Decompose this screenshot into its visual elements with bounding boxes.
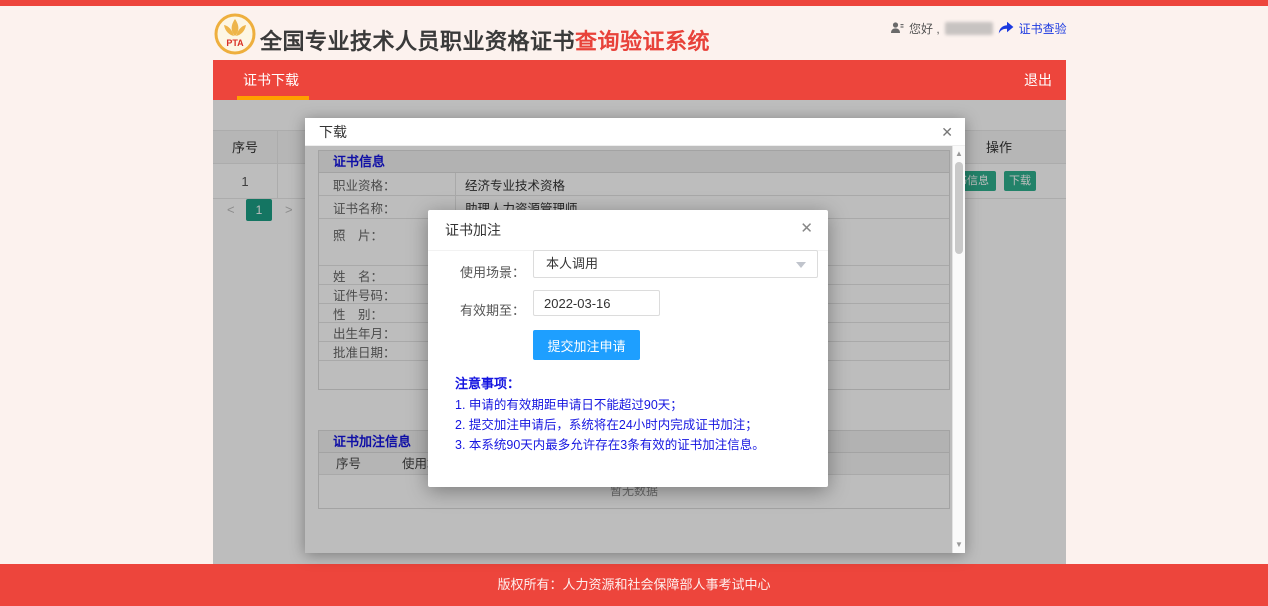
download-modal-title: 下载: [319, 118, 347, 146]
scrollbar-thumb[interactable]: [955, 162, 963, 254]
user-area: 您好 , 证书查验: [890, 19, 1067, 37]
pta-logo-icon: PTA: [214, 13, 256, 55]
scroll-up-icon[interactable]: ▲: [953, 147, 965, 161]
notice-item: 1. 申请的有效期距申请日不能超过90天；: [455, 394, 683, 413]
annotation-modal-title: 证书加注: [445, 220, 501, 240]
scene-select-value: 本人调用: [546, 251, 598, 277]
notice-item: 2. 提交加注申请后，系统将在24小时内完成证书加注；: [455, 414, 758, 433]
chevron-down-icon: [796, 262, 806, 268]
notice-title: 注意事项：: [455, 373, 520, 392]
annotation-modal: 证书加注 ✕ 使用场景： 本人调用 有效期至： 提交加注申请 注意事项： 1. …: [428, 210, 828, 487]
share-arrow-icon: [998, 21, 1014, 35]
expiry-date-input[interactable]: [533, 290, 660, 316]
page-title-accent: 查询验证系统: [575, 29, 710, 54]
user-icon: [890, 21, 904, 35]
scene-label: 使用场景：: [428, 262, 525, 281]
page-title-main: 全国专业技术人员职业资格证书: [260, 29, 575, 54]
page-title: 全国专业技术人员职业资格证书查询验证系统: [260, 24, 710, 56]
annotation-modal-close-icon[interactable]: ✕: [800, 219, 813, 237]
footer: 版权所有：人力资源和社会保障部人事考试中心: [0, 564, 1268, 606]
tab-cert-download[interactable]: 证书下载: [243, 60, 299, 100]
redacted-username: [945, 22, 993, 35]
screen: PTA 全国专业技术人员职业资格证书查询验证系统 您好 ,: [0, 0, 1268, 606]
modal-scrollbar[interactable]: ▲ ▼: [952, 146, 965, 553]
scroll-down-icon[interactable]: ▼: [953, 538, 965, 552]
notice-item: 3. 本系统90天内最多允许存在3条有效的证书加注信息。: [455, 434, 765, 453]
submit-annotation-button[interactable]: 提交加注申请: [533, 330, 640, 360]
download-modal-header: 下载 ✕: [305, 118, 965, 146]
header: PTA 全国专业技术人员职业资格证书查询验证系统 您好 ,: [0, 6, 1268, 60]
navbar: 证书下载 退出: [213, 60, 1066, 100]
download-modal-close-icon[interactable]: ✕: [941, 118, 953, 146]
expiry-label: 有效期至：: [428, 300, 525, 319]
cert-verify-link[interactable]: 证书查验: [1019, 20, 1067, 37]
svg-text:PTA: PTA: [226, 38, 244, 48]
scene-select[interactable]: 本人调用: [533, 250, 818, 278]
copyright-text: 版权所有：人力资源和社会保障部人事考试中心: [0, 564, 1268, 606]
greeting-text: 您好 ,: [909, 20, 940, 37]
logout-button[interactable]: 退出: [1024, 60, 1052, 100]
